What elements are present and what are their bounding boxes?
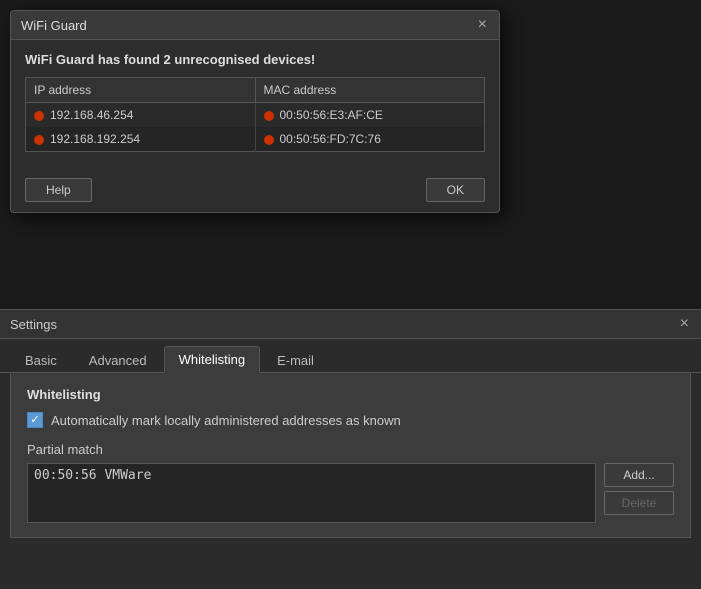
col-ip-header: IP address [26, 78, 256, 103]
dialog-close-button[interactable]: × [476, 17, 489, 33]
ok-button[interactable]: OK [426, 178, 485, 202]
wifi-guard-dialog: WiFi Guard × WiFi Guard has found 2 unre… [10, 10, 500, 213]
dialog-warning: WiFi Guard has found 2 unrecognised devi… [25, 52, 485, 67]
tab-whitelisting[interactable]: Whitelisting [164, 346, 260, 373]
mac-cell: 00:50:56:E3:AF:CE [255, 103, 485, 128]
help-button[interactable]: Help [25, 178, 92, 202]
tab-e-mail[interactable]: E-mail [262, 347, 329, 373]
status-dot [264, 135, 274, 145]
status-dot [264, 111, 274, 121]
settings-title: Settings [10, 317, 57, 332]
auto-mark-label: Automatically mark locally administered … [51, 413, 401, 428]
mac-cell: 00:50:56:FD:7C:76 [255, 127, 485, 152]
tabs-bar: BasicAdvancedWhitelistingE-mail [0, 339, 701, 373]
dialog-title: WiFi Guard [21, 18, 87, 33]
tab-basic[interactable]: Basic [10, 347, 72, 373]
status-dot [34, 135, 44, 145]
auto-mark-checkbox[interactable]: ✓ [27, 412, 43, 428]
dialog-footer: Help OK [11, 168, 499, 212]
partial-match-label: Partial match [27, 442, 674, 457]
settings-window: Settings × BasicAdvancedWhitelistingE-ma… [0, 309, 701, 589]
add-button[interactable]: Add... [604, 463, 674, 487]
table-row: 192.168.192.254 00:50:56:FD:7C:76 [26, 127, 485, 152]
settings-close-button[interactable]: × [678, 316, 691, 332]
partial-match-row: Add... Delete [27, 463, 674, 523]
tab-advanced[interactable]: Advanced [74, 347, 162, 373]
ip-cell: 192.168.46.254 [26, 103, 256, 128]
auto-mark-checkbox-row: ✓ Automatically mark locally administere… [27, 412, 674, 428]
delete-button[interactable]: Delete [604, 491, 674, 515]
status-dot [34, 111, 44, 121]
dialog-titlebar: WiFi Guard × [11, 11, 499, 40]
whitelisting-section-title: Whitelisting [27, 387, 674, 402]
table-row: 192.168.46.254 00:50:56:E3:AF:CE [26, 103, 485, 128]
settings-content: Whitelisting ✓ Automatically mark locall… [10, 373, 691, 538]
settings-titlebar: Settings × [0, 310, 701, 339]
ip-cell: 192.168.192.254 [26, 127, 256, 152]
checkmark-icon: ✓ [30, 415, 39, 426]
dialog-body: WiFi Guard has found 2 unrecognised devi… [11, 40, 499, 164]
col-mac-header: MAC address [255, 78, 485, 103]
device-table: IP address MAC address 192.168.46.254 00… [25, 77, 485, 152]
partial-match-buttons: Add... Delete [604, 463, 674, 523]
partial-match-input[interactable] [27, 463, 596, 523]
